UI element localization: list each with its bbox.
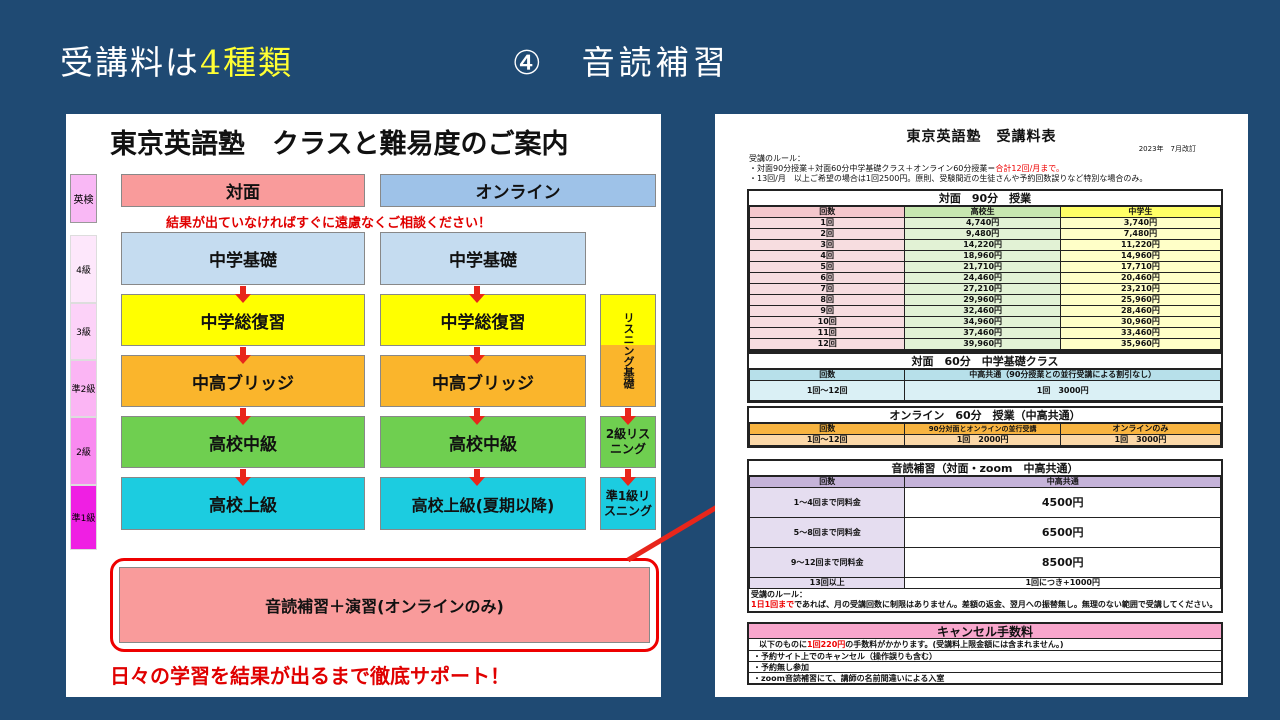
online-header: オンライン bbox=[380, 174, 656, 207]
arrow-down-icon bbox=[620, 469, 636, 486]
arrow-down-icon bbox=[469, 347, 485, 364]
table-row: 4回 18,960円 14,960円 bbox=[748, 250, 1222, 262]
arrow-down-icon bbox=[235, 469, 251, 486]
support-slogan: 日々の学習を結果が出るまで徹底サポート！ bbox=[110, 664, 510, 688]
col-header: 90分対面とオンラインの並行受講 bbox=[904, 423, 1061, 435]
offline-course-basic: 中学基礎 bbox=[121, 232, 365, 285]
arrow-down-icon bbox=[469, 469, 485, 486]
section-number: ④ bbox=[512, 43, 546, 82]
table-row: 12回 39,960円 35,960円 bbox=[748, 338, 1222, 350]
table-online-60-grid: 回数 90分対面とオンラインの並行受講 オンラインのみ 1回～12回 1回 2000円… bbox=[748, 423, 1222, 446]
title-prefix: 受講料は bbox=[60, 43, 200, 82]
table-row: 1回～12回 1回 2000円 1回 3000円 bbox=[748, 434, 1222, 446]
table-row: 1回～12回 1回 3000円 bbox=[748, 380, 1221, 401]
consult-notice: 結果が出ていなければすぐに遠慮なくご相談ください！ bbox=[166, 216, 492, 231]
level-pre2: 準2級 bbox=[70, 360, 97, 417]
rules-line-1: ・対面90分授業＋対面60分中学基礎クラス＋オンライン60分授業＝合計12回/月… bbox=[749, 164, 1064, 173]
col-header: 回数 bbox=[748, 369, 906, 381]
table-offline-90-grid: 回数 高校生 中学生 1回 4,740円 3,740円 2回 9,480円 7,480円… bbox=[748, 206, 1222, 350]
table-offline-90: 対面 90分 授業 回数 高校生 中学生 1回 4,740円 3,740円 2回 9,… bbox=[747, 189, 1223, 352]
table-ondoku: 音読補習（対面・zoom 中高共通） 回数 中高共通 1～4回まで同料金 4500円… bbox=[747, 459, 1223, 613]
fee-table-title: 東京英語塾 受講料表 bbox=[906, 129, 1057, 145]
table-row: 3回 14,220円 11,220円 bbox=[748, 239, 1222, 251]
arrow-down-icon bbox=[469, 408, 485, 425]
col-header: 中高共通 bbox=[904, 476, 1221, 488]
ondoku-rules: 受講のルール： 1日1回までであれば、月の受講回数に制限はありません。差額の返金… bbox=[751, 590, 1218, 609]
table-title: 対面 90分 授業 bbox=[749, 191, 1221, 206]
title-highlight: 4種類 bbox=[200, 43, 293, 82]
arrow-down-icon bbox=[235, 347, 251, 364]
table-row: 13回以上 1回につき+1000円 bbox=[748, 577, 1221, 589]
cancel-intro: 以下のものに 1回220円 の手数料がかかります。(受講料上限金額には含まれません。… bbox=[759, 640, 1064, 649]
level-2: 2級 bbox=[70, 417, 97, 485]
table-row: 9～12回まで同料金 8500円 bbox=[748, 547, 1221, 578]
section-name: 音読補習 bbox=[581, 43, 730, 82]
arrow-down-icon bbox=[235, 286, 251, 303]
col-header: 高校生 bbox=[904, 206, 1061, 218]
table-row: 8回 29,960円 25,960円 bbox=[748, 294, 1222, 306]
list-item: ・予約無し参加 bbox=[749, 661, 1221, 672]
table-row: 5～8回まで同料金 6500円 bbox=[748, 517, 1221, 548]
listening-basic: リスニング基礎 bbox=[600, 294, 656, 407]
table-title: オンライン 60分 授業（中高共通） bbox=[749, 408, 1221, 423]
fee-table-panel: 東京英語塾 受講料表 2023年 7月改訂 受講のルール： ・対面90分授業＋対… bbox=[715, 114, 1248, 697]
table-row: 6回 24,460円 20,460円 bbox=[748, 272, 1222, 284]
table-row: 9回 32,460円 28,460円 bbox=[748, 305, 1222, 317]
section-title: ④ 音読補習 bbox=[512, 36, 730, 84]
listening-basic-label: リスニング基礎 bbox=[622, 312, 635, 389]
table-ondoku-grid: 回数 中高共通 1～4回まで同料金 4500円 5～8回まで同料金 6500円 9～1… bbox=[748, 476, 1221, 589]
class-guide-title: 東京英語塾 クラスと難易度のご案内 bbox=[110, 129, 569, 160]
table-row: 5回 21,710円 17,710円 bbox=[748, 261, 1222, 273]
arrow-down-icon bbox=[469, 286, 485, 303]
table-row: 10回 34,960円 30,960円 bbox=[748, 316, 1222, 328]
rules-head: 受講のルール： bbox=[749, 154, 805, 163]
level-pre1: 準1級 bbox=[70, 485, 97, 550]
list-item: ・予約サイト上でのキャンセル（操作誤りも含む） bbox=[749, 650, 1221, 661]
col-header: 回数 bbox=[748, 423, 906, 435]
rules-line-2: ・13回/月 以上ご希望の場合は1回2500円。原則、受験間近の生徒さんや予約回… bbox=[749, 174, 1148, 183]
table-cancel-fee: キャンセル手数料 以下のものに 1回220円 の手数料がかかります。(受講料上限金額… bbox=[747, 622, 1223, 685]
col-header: オンラインのみ bbox=[1059, 423, 1222, 435]
table-row: 7回 27,210円 23,210円 bbox=[748, 283, 1222, 295]
table-row: 1～4回まで同料金 4500円 bbox=[748, 487, 1221, 518]
col-header: 中高共通（90分授業との並行受講による割引なし） bbox=[904, 369, 1221, 381]
level-4: 4級 bbox=[70, 235, 97, 303]
table-row: 2回 9,480円 7,480円 bbox=[748, 228, 1222, 240]
col-header: 回数 bbox=[748, 476, 906, 488]
table-offline-60: 対面 60分 中学基礎クラス 回数 中高共通（90分授業との並行受講による割引なし… bbox=[747, 352, 1223, 403]
col-header: 中学生 bbox=[1059, 206, 1222, 218]
table-title: 対面 60分 中学基礎クラス bbox=[749, 354, 1221, 369]
table-row: 11回 37,460円 33,460円 bbox=[748, 327, 1222, 339]
offline-header: 対面 bbox=[121, 174, 365, 207]
arrow-down-icon bbox=[235, 408, 251, 425]
table-online-60: オンライン 60分 授業（中高共通） 回数 90分対面とオンラインの並行受講 オンラ… bbox=[747, 406, 1223, 448]
level-3: 3級 bbox=[70, 303, 97, 360]
table-row: 1回 4,740円 3,740円 bbox=[748, 217, 1222, 229]
general-rules: 受講のルール： ・対面90分授業＋対面60分中学基礎クラス＋オンライン60分授業… bbox=[749, 154, 1229, 184]
revision-date: 2023年 7月改訂 bbox=[1138, 145, 1196, 153]
table-title: 音読補習（対面・zoom 中高共通） bbox=[749, 461, 1221, 476]
list-item: ・zoom音読補習にて、講師の名前間違いによる入室 bbox=[749, 672, 1221, 683]
ondoku-highlight-box: 音読補習＋演習(オンラインのみ) bbox=[110, 558, 659, 652]
eiken-header: 英検 bbox=[70, 174, 97, 223]
ondoku-course: 音読補習＋演習(オンラインのみ) bbox=[119, 567, 650, 643]
online-course-basic: 中学基礎 bbox=[380, 232, 586, 285]
table-title: キャンセル手数料 bbox=[749, 624, 1221, 639]
table-offline-60-grid: 回数 中高共通（90分授業との並行受講による割引なし） 1回～12回 1回 3000… bbox=[748, 369, 1221, 401]
slide-title: 受講料は4種類 bbox=[60, 36, 293, 84]
arrow-down-icon bbox=[620, 408, 636, 425]
class-guide-panel: 東京英語塾 クラスと難易度のご案内 英検 4級 3級 準2級 2級 準1級 対面… bbox=[66, 114, 661, 697]
col-header: 回数 bbox=[748, 206, 906, 218]
